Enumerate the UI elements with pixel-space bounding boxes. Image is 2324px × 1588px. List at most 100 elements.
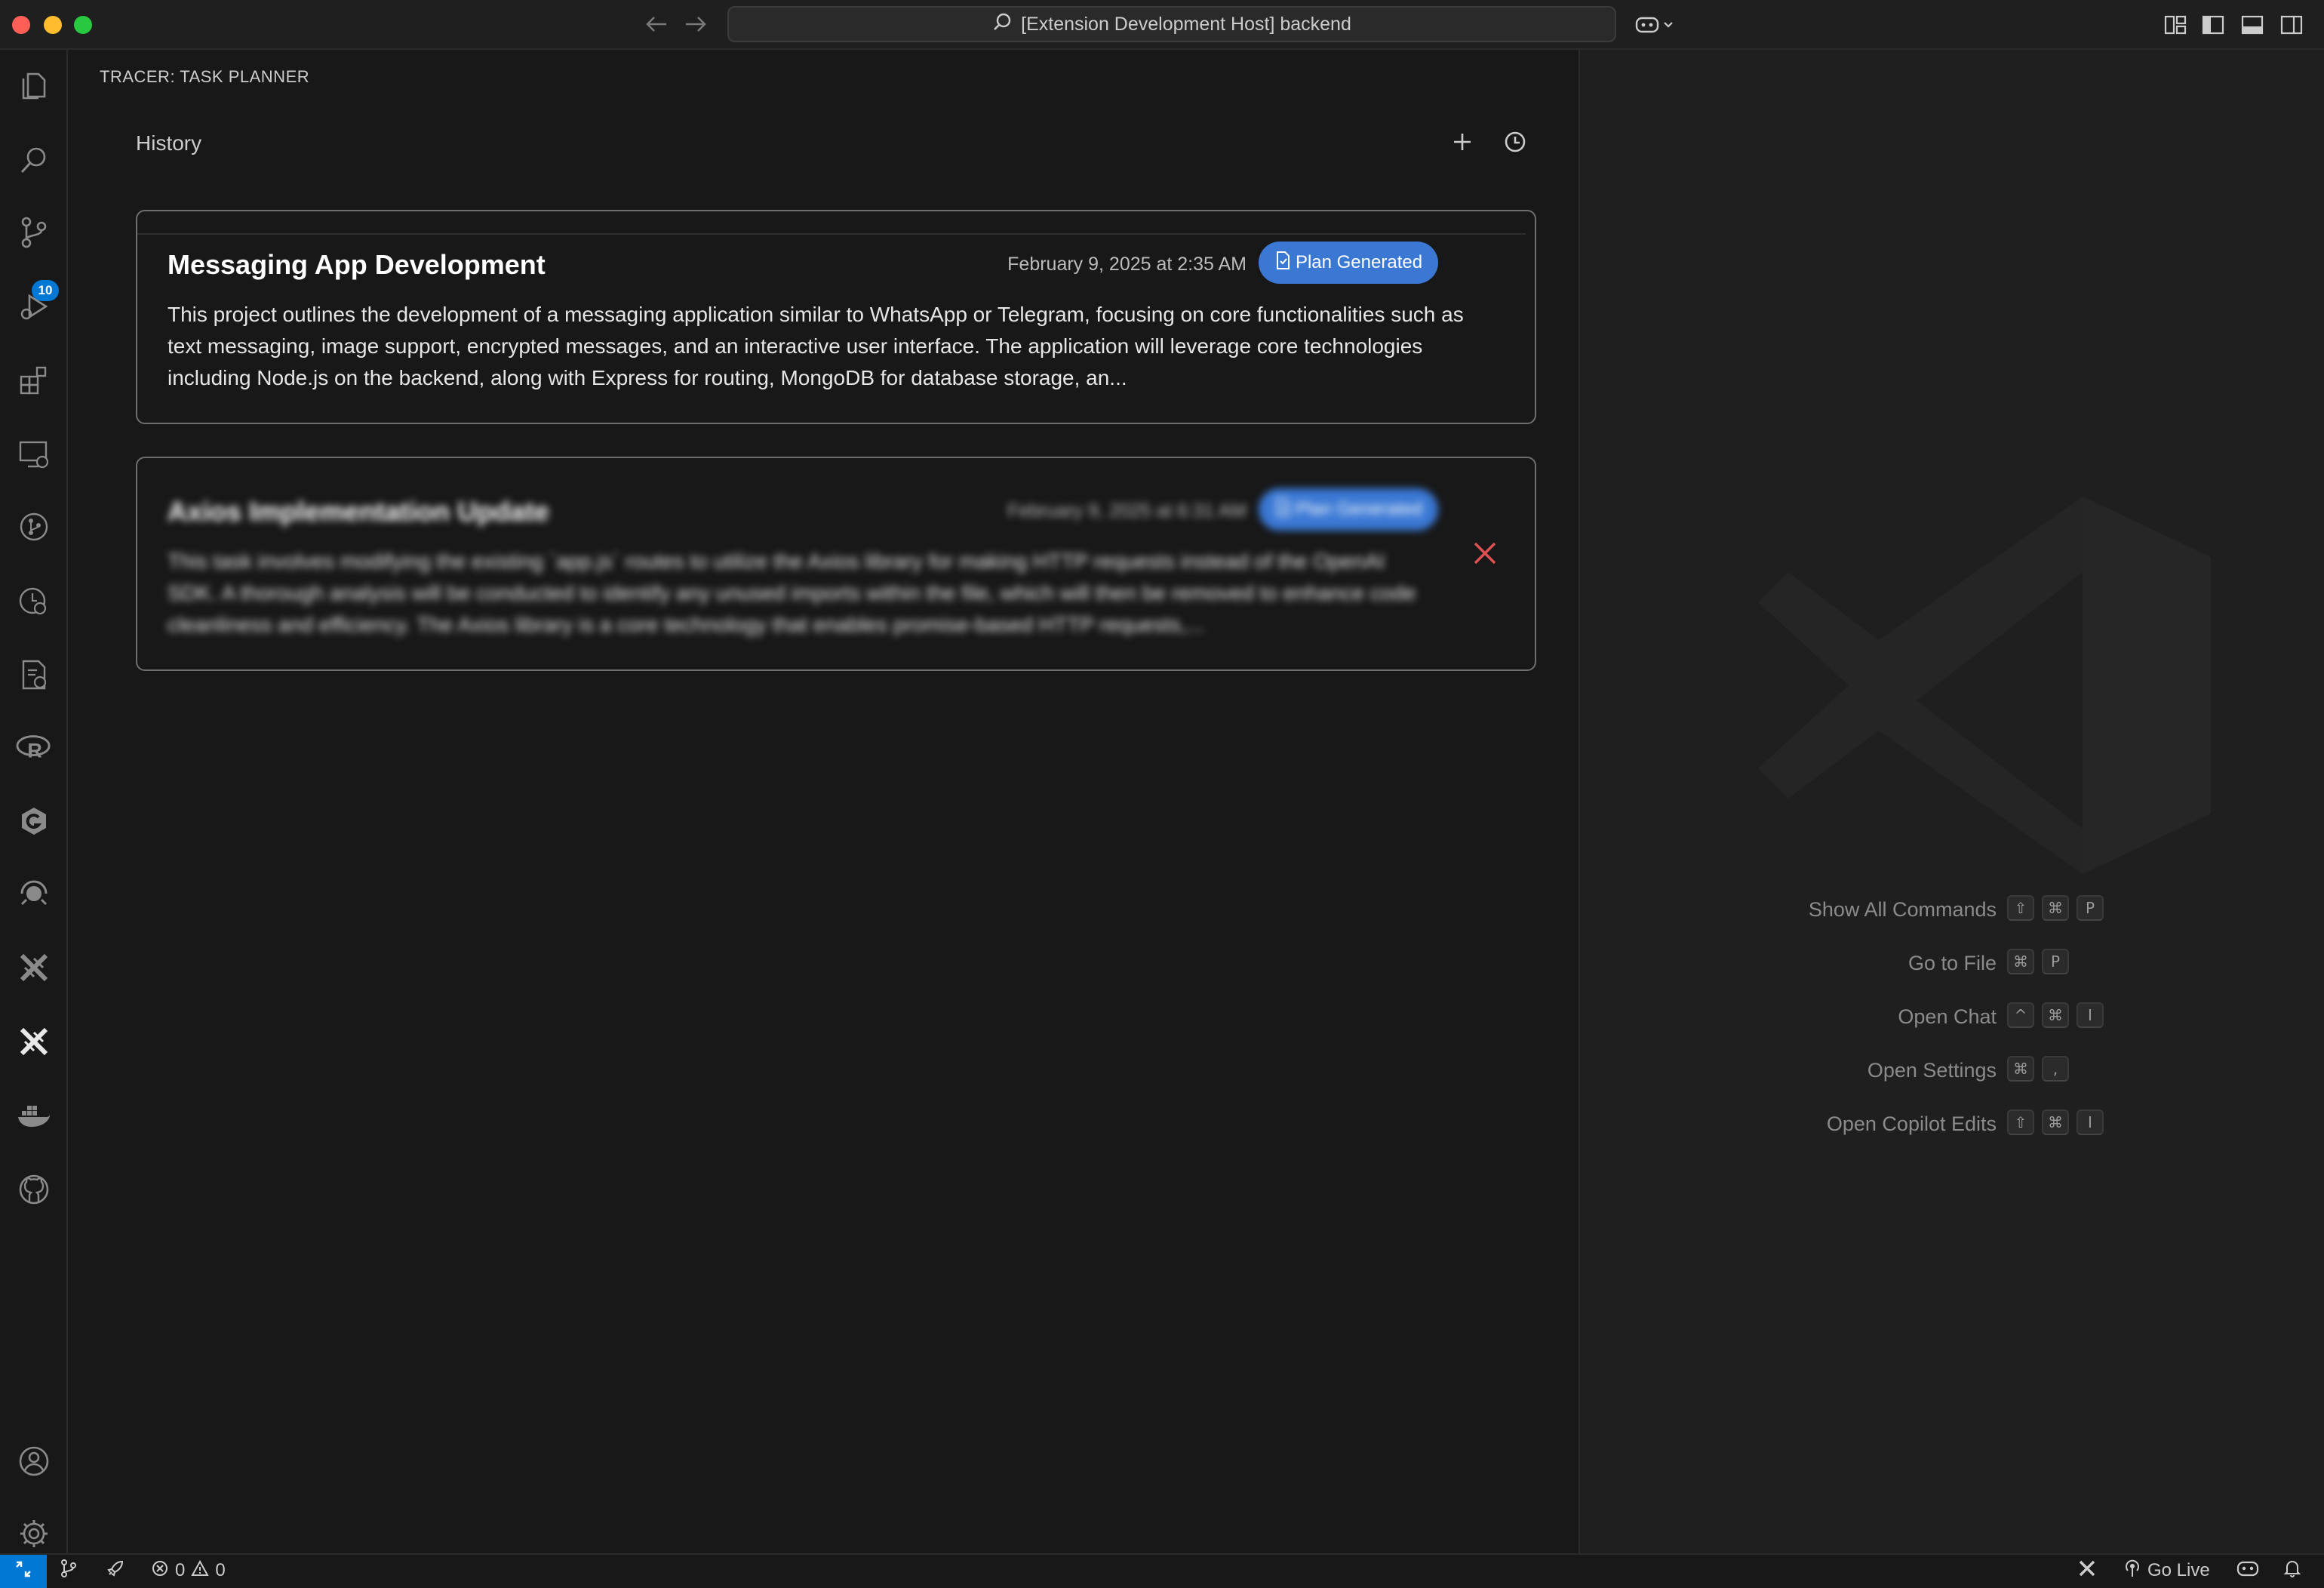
task-date: February 9, 2025 at 2:35 AM (1007, 254, 1247, 275)
plus-icon (1452, 131, 1473, 156)
vscode-logo-watermark (1743, 436, 2256, 934)
shortcut-label: Open Chat (1898, 1005, 1997, 1028)
key-cap: ⇧ (2007, 1109, 2034, 1135)
remote-indicator-button[interactable] (0, 1555, 47, 1588)
shortcut-row: Go to File ⌘ P (1580, 949, 2324, 979)
key-cap: ⌘ (2007, 949, 2034, 974)
shortcut-keys: ⇧ ⌘ P (2007, 895, 2104, 921)
tracer-status[interactable] (2078, 1555, 2096, 1586)
shortcut-row: Open Copilot Edits ⇧ ⌘ I (1580, 1109, 2324, 1140)
key-cap: I (2077, 1002, 2104, 1028)
task-date: February 9, 2025 at 6:31 AM (1007, 500, 1247, 522)
error-count: 0 (175, 1560, 186, 1580)
copilot-icon (2236, 1559, 2259, 1583)
toggle-panel-icon[interactable] (2238, 11, 2267, 39)
key-cap: ⌘ (2007, 1056, 2034, 1082)
key-cap: ⌘ (2042, 1109, 2069, 1135)
explorer-icon[interactable] (16, 68, 52, 104)
history-button[interactable] (1497, 125, 1533, 162)
git-branch-icon (59, 1559, 78, 1583)
git-graph-icon[interactable] (16, 509, 52, 545)
task-title: Axios Implementation Update (168, 496, 550, 527)
task-card[interactable]: Messaging App Development February 9, 20… (136, 210, 1536, 424)
key-cap: I (2077, 1109, 2104, 1135)
key-cap: ^ (2007, 1002, 2034, 1028)
customize-layout-icon[interactable] (2161, 11, 2190, 39)
shortcut-keys: ⌘ P (2007, 949, 2069, 974)
plan-generated-badge[interactable]: Plan Generated (1259, 242, 1438, 284)
shortcut-label: Open Copilot Edits (1826, 1113, 1997, 1135)
run-debug-icon[interactable] (16, 288, 52, 325)
panel-title: TRACER: TASK PLANNER (100, 67, 310, 86)
deploy-status[interactable] (106, 1555, 125, 1586)
key-cap: ⇧ (2007, 895, 2034, 921)
task-card[interactable]: Axios Implementation Update February 9, … (136, 457, 1536, 671)
window-maximize-button[interactable] (74, 16, 92, 34)
github-icon[interactable] (16, 1171, 52, 1208)
key-cap: , (2042, 1056, 2069, 1082)
broadcast-icon (2123, 1559, 2141, 1583)
git-branch-status[interactable] (59, 1555, 78, 1586)
shortcut-keys: ⇧ ⌘ I (2007, 1109, 2104, 1135)
command-center-search[interactable]: [Extension Development Host] backend (727, 6, 1616, 42)
history-header: History (136, 125, 1580, 171)
svg-text:R: R (27, 739, 42, 762)
notifications-status[interactable] (2283, 1555, 2301, 1586)
problems-status[interactable]: 0 0 (151, 1555, 226, 1586)
copilot-menu-icon[interactable] (1633, 11, 1678, 39)
task-description: This project outlines the development of… (168, 303, 1464, 389)
key-cap: P (2077, 895, 2104, 921)
badge-label: Plan Generated (1295, 499, 1423, 519)
toggle-secondary-sidebar-icon[interactable] (2277, 11, 2306, 39)
gitkraken-icon[interactable] (16, 803, 52, 839)
live-share-icon[interactable] (16, 876, 52, 912)
shortcut-keys: ^ ⌘ I (2007, 1002, 2104, 1028)
shortcut-keys: ⌘ , (2007, 1056, 2069, 1082)
gitlens-icon[interactable] (16, 657, 52, 693)
task-planner-icon[interactable] (16, 1023, 52, 1060)
tracer-icon[interactable] (16, 949, 52, 986)
task-description: This task involves modifying the existin… (168, 549, 1416, 636)
shortcut-label: Open Settings (1867, 1059, 1997, 1082)
toggle-primary-sidebar-icon[interactable] (2199, 11, 2227, 39)
clock-icon (1503, 130, 1527, 158)
forward-arrow-icon[interactable] (681, 9, 711, 39)
back-arrow-icon[interactable] (641, 9, 672, 39)
badge-label: Plan Generated (1295, 252, 1423, 272)
search-icon[interactable] (16, 142, 52, 178)
copilot-status[interactable] (2236, 1555, 2259, 1586)
document-check-icon (1274, 251, 1291, 275)
key-cap: P (2042, 949, 2069, 974)
warning-count: 0 (215, 1560, 226, 1580)
extensions-icon[interactable] (16, 362, 52, 399)
docker-icon[interactable] (16, 1097, 52, 1134)
new-task-button[interactable] (1444, 125, 1480, 162)
shortcut-row: Open Chat ^ ⌘ I (1580, 1002, 2324, 1033)
editor-area: Show All Commands ⇧ ⌘ P Go to File ⌘ P O… (1580, 50, 2324, 1553)
shortcut-label: Go to File (1907, 952, 1997, 974)
accounts-icon[interactable] (16, 1443, 52, 1479)
shortcut-row: Show All Commands ⇧ ⌘ P (1580, 895, 2324, 925)
source-control-icon[interactable] (16, 214, 52, 251)
timeline-icon[interactable] (16, 583, 52, 619)
go-live-button[interactable]: Go Live (2123, 1555, 2210, 1586)
window-minimize-button[interactable] (44, 16, 62, 34)
close-icon (1472, 540, 1498, 570)
key-cap: ⌘ (2042, 895, 2069, 921)
task-title: Messaging App Development (168, 249, 546, 280)
plan-generated-badge[interactable]: Plan Generated (1259, 488, 1438, 531)
remote-icon (14, 1559, 33, 1584)
settings-gear-icon[interactable] (16, 1516, 52, 1552)
rocket-icon (106, 1559, 125, 1583)
status-bar: 0 0 Go Live (0, 1553, 2324, 1588)
warning-icon (191, 1559, 210, 1583)
task-planner-panel: TRACER: TASK PLANNER History Messaging A… (69, 50, 1580, 1553)
activity-bar: 10 R (0, 50, 68, 1553)
title-bar: [Extension Development Host] backend (0, 0, 2324, 50)
delete-task-button[interactable] (1467, 537, 1503, 573)
r-language-icon[interactable]: R (16, 729, 52, 765)
window-close-button[interactable] (12, 16, 30, 34)
tracer-icon (2078, 1559, 2096, 1583)
document-check-icon (1274, 497, 1291, 522)
remote-explorer-icon[interactable] (16, 436, 52, 472)
